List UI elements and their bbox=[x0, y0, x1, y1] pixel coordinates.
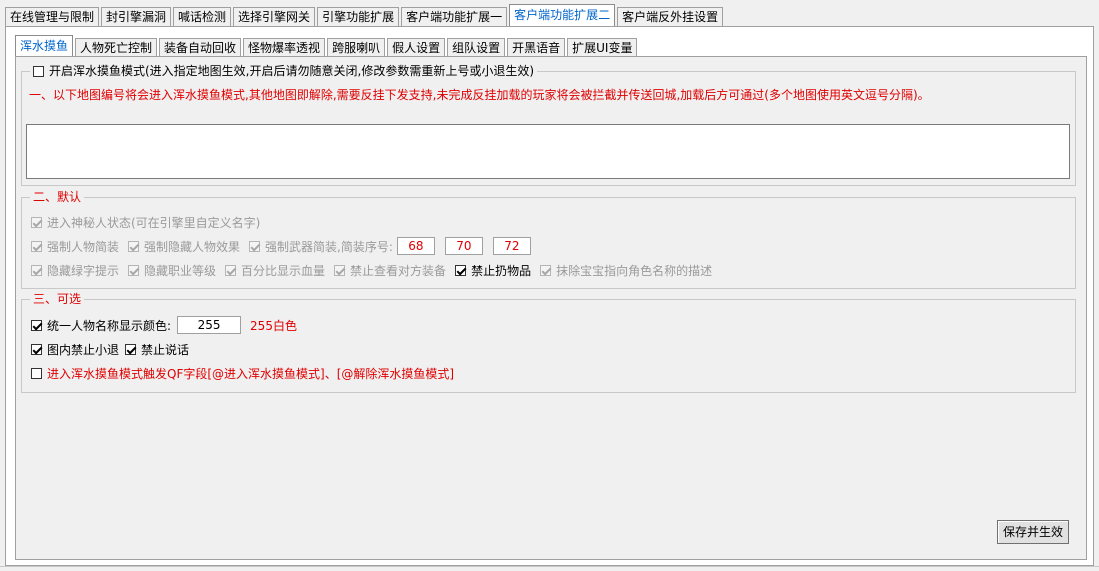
force-weapon-checkbox bbox=[249, 240, 261, 252]
subtab-auto-recycle[interactable]: 装备自动回收 bbox=[159, 38, 242, 57]
no-logout-option[interactable]: 图内禁止小退 bbox=[31, 341, 119, 358]
no-view-equip-checkbox bbox=[334, 264, 346, 276]
erase-pet-label: 抹除宝宝指向角色名称的描述 bbox=[556, 263, 713, 278]
tab-client-extension-1[interactable]: 客户端功能扩展一 bbox=[401, 7, 508, 26]
hide-green-option: 隐藏绿字提示 bbox=[31, 262, 119, 279]
row-force: 强制人物简装 强制隐藏人物效果 强制武器简装,简装序号: 68 70 72 bbox=[31, 237, 531, 255]
no-talk-option[interactable]: 禁止说话 bbox=[125, 341, 189, 358]
qf-label: 进入浑水摸鱼模式触发QF字段[@进入浑水摸鱼模式]、[@解除浑水摸鱼模式] bbox=[47, 366, 455, 381]
no-view-equip-option: 禁止查看对方装备 bbox=[334, 262, 446, 279]
hide-job-option: 隐藏职业等级 bbox=[128, 262, 216, 279]
row-qf: 进入浑水摸鱼模式触发QF字段[@进入浑水摸鱼模式]、[@解除浑水摸鱼模式] bbox=[31, 364, 463, 382]
enable-mode-checkbox[interactable] bbox=[33, 65, 44, 77]
unify-color-checkbox[interactable] bbox=[31, 319, 42, 331]
no-throw-label: 禁止扔物品 bbox=[471, 263, 532, 278]
default-legend: 二、默认 bbox=[30, 189, 85, 205]
optional-legend: 三、可选 bbox=[30, 291, 85, 307]
qf-checkbox[interactable] bbox=[31, 367, 42, 379]
weapon-seq-1[interactable]: 68 bbox=[396, 237, 435, 255]
main-tab-bar: 在线管理与限制 封引擎漏洞 喊话检测 选择引擎网关 引擎功能扩展 客户端功能扩展… bbox=[5, 4, 725, 26]
no-talk-checkbox[interactable] bbox=[125, 343, 137, 355]
subtab-death-control[interactable]: 人物死亡控制 bbox=[75, 38, 158, 57]
tab-online-manage[interactable]: 在线管理与限制 bbox=[5, 7, 100, 26]
no-view-equip-label: 禁止查看对方装备 bbox=[350, 263, 447, 278]
force-weapon-option: 强制武器简装,简装序号: bbox=[249, 238, 393, 255]
no-logout-checkbox[interactable] bbox=[31, 343, 42, 355]
subtab-team[interactable]: 组队设置 bbox=[447, 38, 506, 57]
subtab-voice[interactable]: 开黑语音 bbox=[507, 38, 566, 57]
group-optional: 三、可选 统一人物名称显示颜色: 255 255白色 图内禁止小退 禁止说话 进… bbox=[21, 291, 1076, 393]
mystery-option: 进入神秘人状态(可在引擎里自定义名字) bbox=[31, 214, 260, 231]
hide-job-label: 隐藏职业等级 bbox=[144, 263, 217, 278]
force-simple-checkbox bbox=[31, 240, 42, 252]
color-hint: 255白色 bbox=[250, 318, 297, 333]
row-unify-color: 统一人物名称显示颜色: 255 255白色 bbox=[31, 316, 297, 334]
force-simple-option: 强制人物简装 bbox=[31, 238, 119, 255]
tab-client-extension-2[interactable]: 客户端功能扩展二 bbox=[509, 4, 616, 26]
group-default: 二、默认 进入神秘人状态(可在引擎里自定义名字) 强制人物简装 强制隐藏人物效果… bbox=[21, 189, 1076, 289]
percent-hp-option: 百分比显示血量 bbox=[225, 262, 325, 279]
unify-color-option[interactable]: 统一人物名称显示颜色: bbox=[31, 317, 171, 334]
bottom-divider bbox=[0, 566, 1099, 567]
save-apply-button[interactable]: 保存并生效 bbox=[997, 520, 1069, 544]
group-enable-mode: 开启浑水摸鱼模式(进入指定地图生效,开启后请勿随意关闭,修改参数需重新上号或小退… bbox=[21, 63, 1076, 186]
tab-engine-extension[interactable]: 引擎功能扩展 bbox=[317, 7, 400, 26]
tab-engine-bug[interactable]: 封引擎漏洞 bbox=[101, 7, 172, 26]
subtab-cross-server-horn[interactable]: 跨服喇叭 bbox=[327, 38, 386, 57]
enable-mode-label: 开启浑水摸鱼模式(进入指定地图生效,开启后请勿随意关闭,修改参数需重新上号或小退… bbox=[49, 64, 534, 78]
enable-mode-legend[interactable]: 开启浑水摸鱼模式(进入指定地图生效,开启后请勿随意关闭,修改参数需重新上号或小退… bbox=[30, 63, 537, 79]
subtab-fake-player[interactable]: 假人设置 bbox=[387, 38, 446, 57]
force-hide-effect-checkbox bbox=[128, 240, 140, 252]
percent-hp-checkbox bbox=[225, 264, 237, 276]
erase-pet-checkbox bbox=[540, 264, 552, 276]
no-logout-label: 图内禁止小退 bbox=[47, 342, 120, 357]
row-no-logout: 图内禁止小退 禁止说话 bbox=[31, 340, 198, 358]
no-throw-checkbox[interactable] bbox=[455, 264, 467, 276]
map-list-textarea[interactable] bbox=[26, 124, 1070, 179]
hide-green-label: 隐藏绿字提示 bbox=[47, 263, 120, 278]
sub-tab-bar: 浑水摸鱼 人物死亡控制 装备自动回收 怪物爆率透视 跨服喇叭 假人设置 组队设置… bbox=[15, 35, 639, 57]
force-hide-effect-option: 强制隐藏人物效果 bbox=[128, 238, 240, 255]
hide-job-checkbox bbox=[128, 264, 140, 276]
hide-green-checkbox bbox=[31, 264, 42, 276]
tab-client-anticheat[interactable]: 客户端反外挂设置 bbox=[617, 7, 724, 26]
row-mystery: 进入神秘人状态(可在引擎里自定义名字) bbox=[31, 213, 269, 231]
tab-engine-gateway[interactable]: 选择引擎网关 bbox=[233, 7, 316, 26]
row-hide: 隐藏绿字提示 隐藏职业等级 百分比显示血量 禁止查看对方装备 禁止扔物品 抹除宝… bbox=[31, 261, 721, 279]
percent-hp-label: 百分比显示血量 bbox=[241, 263, 326, 278]
mystery-checkbox bbox=[31, 216, 42, 228]
force-hide-effect-label: 强制隐藏人物效果 bbox=[144, 239, 241, 254]
qf-option[interactable]: 进入浑水摸鱼模式触发QF字段[@进入浑水摸鱼模式]、[@解除浑水摸鱼模式] bbox=[31, 365, 454, 382]
color-value-input[interactable]: 255 bbox=[177, 316, 242, 334]
mystery-label: 进入神秘人状态(可在引擎里自定义名字) bbox=[47, 215, 261, 230]
weapon-seq-3[interactable]: 72 bbox=[492, 237, 531, 255]
subtab-hunshui[interactable]: 浑水摸鱼 bbox=[15, 35, 74, 57]
force-weapon-label: 强制武器简装,简装序号: bbox=[265, 239, 393, 254]
weapon-seq-2[interactable]: 70 bbox=[444, 237, 483, 255]
subtab-drop-view[interactable]: 怪物爆率透视 bbox=[243, 38, 326, 57]
force-simple-label: 强制人物简装 bbox=[47, 239, 120, 254]
subtab-ui-vars[interactable]: 扩展UI变量 bbox=[567, 38, 638, 57]
erase-pet-option: 抹除宝宝指向角色名称的描述 bbox=[540, 262, 712, 279]
map-note: 一、以下地图编号将会进入浑水摸鱼模式,其他地图即解除,需要反挂下发支持,未完成反… bbox=[29, 87, 930, 102]
no-talk-label: 禁止说话 bbox=[141, 342, 190, 357]
no-throw-option[interactable]: 禁止扔物品 bbox=[455, 262, 531, 279]
unify-color-label: 统一人物名称显示颜色: bbox=[47, 318, 172, 333]
tab-chat-detect[interactable]: 喊话检测 bbox=[173, 7, 232, 26]
